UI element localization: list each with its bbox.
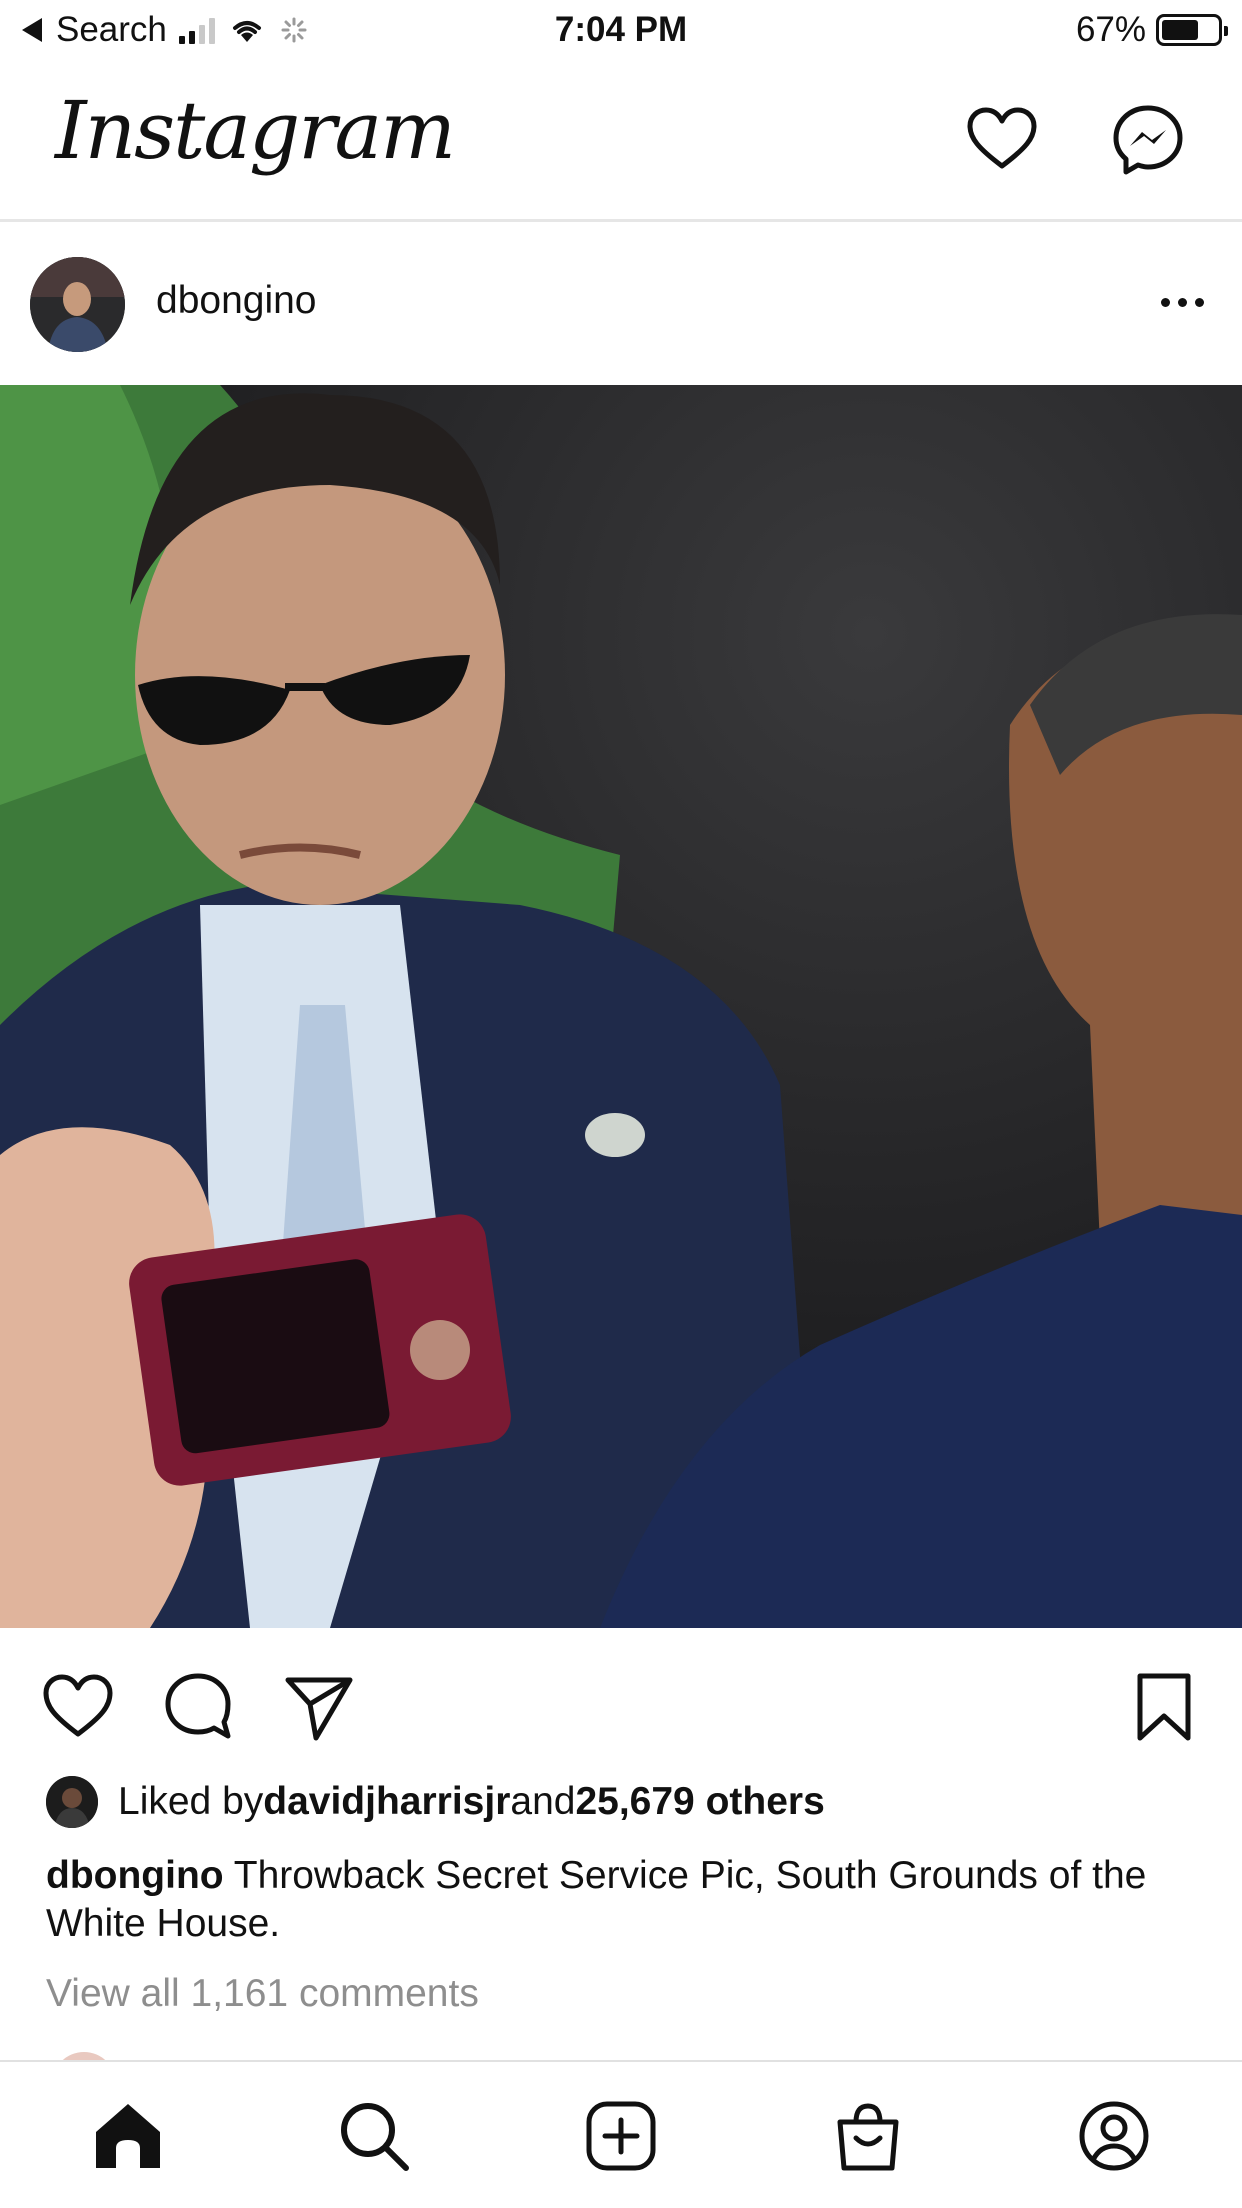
profile-icon[interactable] xyxy=(1076,2098,1152,2174)
home-icon[interactable] xyxy=(90,2098,166,2174)
comment-icon[interactable] xyxy=(160,1668,236,1744)
status-bar: Search 7:04 PM 67% xyxy=(0,0,1242,64)
bottom-tab-bar xyxy=(0,2060,1242,2208)
post-author-avatar[interactable] xyxy=(30,257,125,352)
post-header: dbongino xyxy=(0,222,1242,385)
bookmark-icon[interactable] xyxy=(1126,1668,1202,1744)
instagram-logo[interactable]: Instagram xyxy=(55,84,456,177)
post-caption: dbongino Throwback Secret Service Pic, S… xyxy=(46,1852,1206,1948)
more-options-icon[interactable] xyxy=(1161,298,1204,307)
heart-icon[interactable] xyxy=(964,102,1040,178)
app-header: Instagram xyxy=(0,64,1242,222)
liker-avatar[interactable] xyxy=(46,1776,98,1828)
search-icon[interactable] xyxy=(336,2098,412,2174)
status-time: 7:04 PM xyxy=(554,10,688,49)
new-post-icon[interactable] xyxy=(583,2098,659,2174)
view-comments-link[interactable]: View all 1,161 comments xyxy=(46,1972,479,2016)
shop-icon[interactable] xyxy=(830,2098,906,2174)
battery-percent: 67% xyxy=(1075,10,1146,49)
post-photo[interactable] xyxy=(0,385,1242,1628)
likes-prefix: Liked by xyxy=(118,1780,264,1823)
liker-username[interactable]: davidjharrisjr xyxy=(263,1780,510,1824)
share-icon[interactable] xyxy=(280,1668,356,1744)
battery-level-fill xyxy=(1162,20,1199,40)
post-actions xyxy=(0,1628,1242,1768)
likes-count[interactable]: 25,679 others xyxy=(575,1780,824,1824)
messenger-icon[interactable] xyxy=(1110,102,1186,178)
like-heart-icon[interactable] xyxy=(40,1668,116,1744)
battery-status: 67% xyxy=(1075,10,1228,50)
caption-username[interactable]: dbongino xyxy=(46,1854,224,1897)
post-username[interactable]: dbongino xyxy=(156,279,317,323)
likes-middle: and xyxy=(510,1780,576,1823)
likes-summary[interactable]: Liked by davidjharrisjr and 25,679 other… xyxy=(46,1774,825,1830)
battery-icon xyxy=(1156,14,1228,46)
